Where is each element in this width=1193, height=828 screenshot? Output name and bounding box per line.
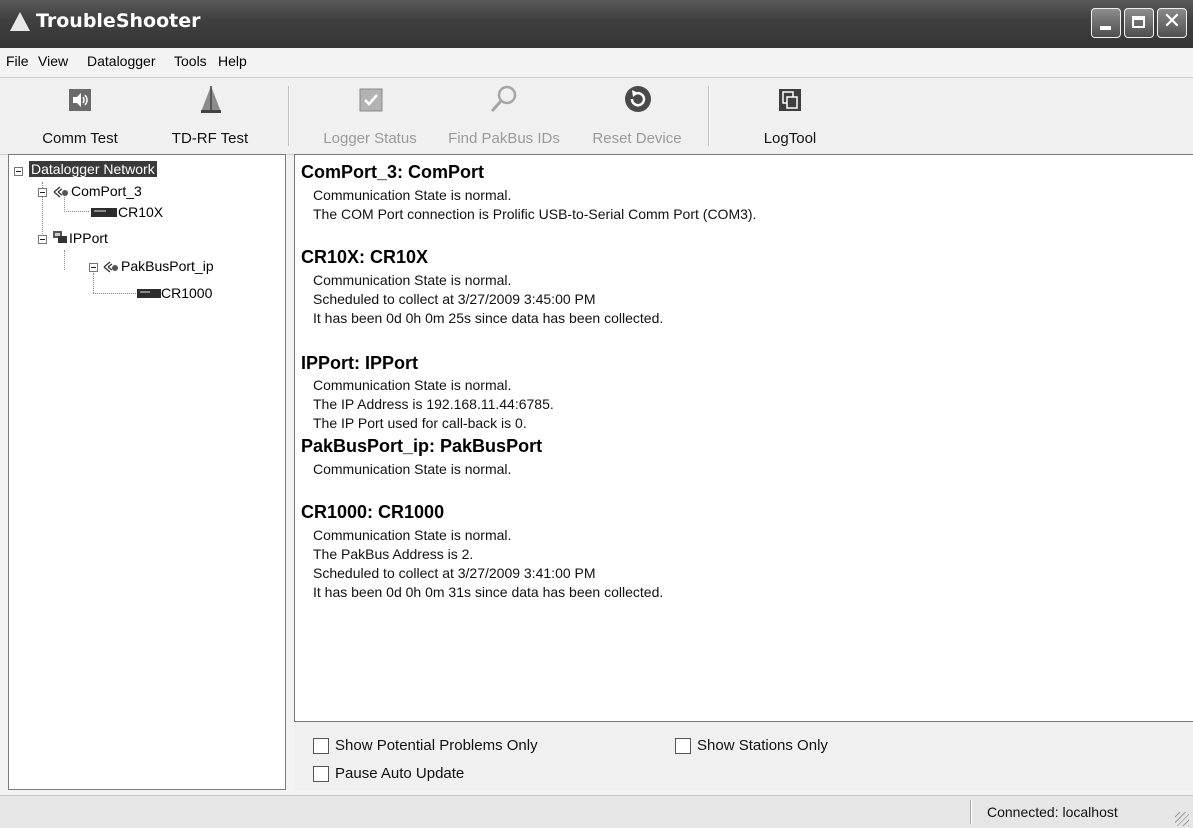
tree-item-pakbusport-ip[interactable]: PakBusPort_ip: [121, 258, 214, 274]
title-bar: TroubleShooter ✕: [0, 0, 1193, 48]
warning-triangle-icon: [10, 12, 30, 31]
menu-tools[interactable]: Tools: [174, 53, 207, 69]
maximize-icon: [1132, 16, 1145, 28]
menu-help[interactable]: Help: [218, 53, 247, 69]
logger-status-button[interactable]: Logger Status: [313, 78, 427, 154]
tree-item-comport-3[interactable]: ComPort_3: [71, 183, 142, 199]
serial-port-icon: [53, 186, 68, 198]
network-tree: Datalogger Network ComPort_3 CR10X IPPor…: [8, 154, 286, 790]
show-stations-only-checkbox[interactable]: [675, 738, 691, 754]
td-rf-test-label: TD-RF Test: [171, 130, 249, 147]
datalogger-icon: [137, 289, 161, 298]
logtool-button[interactable]: LogTool: [745, 78, 835, 154]
minimize-button[interactable]: [1091, 8, 1121, 38]
comm-test-button[interactable]: Comm Test: [30, 78, 130, 154]
tree-connector: [93, 293, 136, 294]
tree-collapse-toggle[interactable]: [38, 188, 47, 197]
troubleshooter-window: TroubleShooter ✕ File View Datalogger To…: [0, 0, 1193, 828]
menu-datalogger[interactable]: Datalogger: [87, 53, 156, 69]
status-bar: Connected: localhost: [0, 795, 1193, 828]
antenna-icon: [201, 86, 221, 113]
show-potential-problems-checkbox[interactable]: [313, 738, 329, 754]
connection-status: Connected: localhost: [987, 804, 1118, 820]
logtool-label: LogTool: [763, 130, 817, 147]
section-line: Communication State is normal.: [313, 272, 512, 288]
pause-auto-update-label[interactable]: Pause Auto Update: [335, 765, 464, 782]
datalogger-icon: [91, 208, 117, 217]
section-heading: CR1000: CR1000: [301, 502, 445, 522]
find-pakbus-ids-button[interactable]: Find PakBus IDs: [437, 78, 571, 154]
tree-item-cr10x[interactable]: CR10X: [118, 204, 163, 220]
minimize-icon: [1100, 26, 1111, 30]
show-stations-only-label[interactable]: Show Stations Only: [697, 737, 828, 754]
pause-auto-update-checkbox[interactable]: [313, 766, 329, 782]
menu-view[interactable]: View: [38, 53, 68, 69]
status-text-panel[interactable]: ComPort_3: ComPort Communication State i…: [294, 154, 1193, 722]
network-icon: [53, 231, 67, 243]
toolbar-separator-2: [708, 86, 710, 146]
magnifier-icon: [490, 85, 517, 113]
reset-icon: [625, 86, 651, 112]
toolbar: Comm Test TD-RF Test Logger Status Find: [0, 77, 1193, 155]
show-potential-problems-label[interactable]: Show Potential Problems Only: [335, 737, 538, 754]
reset-device-button[interactable]: Reset Device: [579, 78, 695, 154]
section-line: Scheduled to collect at 3/27/2009 3:41:0…: [313, 565, 596, 581]
toolbar-separator: [288, 86, 290, 146]
section-heading: ComPort_3: ComPort: [301, 162, 485, 182]
tree-connector: [93, 273, 94, 293]
window-title: TroubleShooter: [36, 10, 201, 32]
section-heading: PakBusPort_ip: PakBusPort: [301, 436, 543, 456]
menu-bar: File View Datalogger Tools Help: [0, 48, 1193, 76]
logtool-icon: [779, 89, 801, 111]
section-line: Communication State is normal.: [313, 461, 512, 477]
tree-collapse-toggle[interactable]: [38, 235, 47, 244]
section-line: Communication State is normal.: [313, 527, 512, 543]
tree-item-ipport[interactable]: IPPort: [69, 230, 108, 246]
tree-item-cr1000[interactable]: CR1000: [161, 285, 212, 301]
section-line: The IP Address is 192.168.11.44:6785.: [313, 396, 554, 412]
reset-device-label: Reset Device: [592, 130, 682, 147]
comm-test-label: Comm Test: [42, 130, 118, 147]
tree-connector: [64, 211, 89, 212]
section-line: The COM Port connection is Prolific USB-…: [313, 206, 757, 222]
section-heading: CR10X: CR10X: [301, 247, 429, 267]
close-button[interactable]: ✕: [1157, 8, 1187, 38]
status-separator: [970, 800, 972, 824]
serial-port-icon: [103, 261, 118, 273]
checkbox-icon: [359, 88, 383, 112]
options-panel: Show Potential Problems Only Show Statio…: [294, 722, 1193, 790]
section-line: The IP Port used for call-back is 0.: [313, 415, 527, 431]
menu-file[interactable]: File: [6, 53, 29, 69]
find-pakbus-ids-label: Find PakBus IDs: [448, 130, 560, 147]
close-icon: ✕: [1162, 9, 1182, 34]
tree-collapse-toggle[interactable]: [14, 167, 23, 176]
tree-connector: [64, 250, 65, 270]
tree-item-datalogger-network[interactable]: Datalogger Network: [29, 161, 157, 177]
section-line: The PakBus Address is 2.: [313, 546, 474, 562]
tree-collapse-toggle[interactable]: [89, 263, 98, 272]
section-line: It has been 0d 0h 0m 25s since data has …: [313, 310, 664, 326]
td-rf-test-button[interactable]: TD-RF Test: [150, 78, 270, 154]
section-line: It has been 0d 0h 0m 31s since data has …: [313, 584, 664, 600]
logger-status-label: Logger Status: [323, 130, 417, 147]
resize-grip-icon[interactable]: [1175, 812, 1189, 826]
speaker-icon: [69, 89, 91, 111]
section-line: Scheduled to collect at 3/27/2009 3:45:0…: [313, 291, 596, 307]
maximize-button[interactable]: [1124, 8, 1154, 38]
section-line: Communication State is normal.: [313, 187, 512, 203]
section-heading: IPPort: IPPort: [301, 353, 419, 373]
section-line: Communication State is normal.: [313, 377, 512, 393]
